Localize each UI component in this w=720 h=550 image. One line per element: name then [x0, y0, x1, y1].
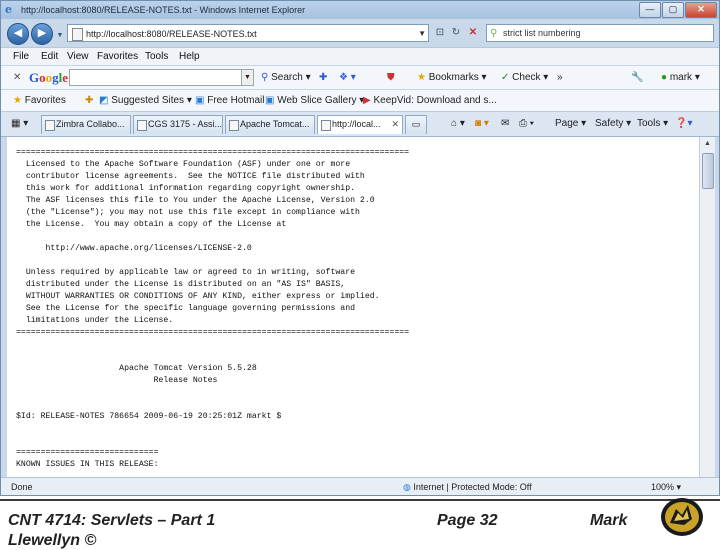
- vertical-scrollbar[interactable]: ▲: [699, 137, 715, 477]
- menu-favorites[interactable]: Favorites: [97, 51, 138, 62]
- tab-page-icon: [137, 120, 147, 131]
- tab-page-icon: [45, 120, 55, 131]
- address-dropdown-icon[interactable]: ▼: [418, 25, 426, 41]
- status-bar: Done ◍ Internet | Protected Mode: Off 10…: [1, 477, 719, 495]
- search-value: strict list numbering: [503, 28, 581, 38]
- course-title: CNT 4714: Servlets – Part 1: [8, 512, 216, 529]
- account-button[interactable]: ● mark ▾: [661, 72, 700, 83]
- help-icon[interactable]: ❓▾: [675, 118, 692, 129]
- ie-icon: e: [5, 3, 12, 16]
- menu-file[interactable]: File: [13, 51, 29, 62]
- safety-menu[interactable]: Safety ▾: [595, 118, 631, 129]
- tab-bar: ▦ ▾ Zimbra Collabo... CGS 3175 - Assi...…: [1, 111, 719, 137]
- browser-window: e http://localhost:8080/RELEASE-NOTES.tx…: [0, 0, 720, 496]
- stop-icon[interactable]: ✕: [466, 26, 480, 40]
- tab-page-icon: [321, 120, 331, 131]
- maximize-button[interactable]: ▢: [662, 2, 684, 18]
- compatibility-icon[interactable]: ⊡: [433, 26, 447, 40]
- pegasus-logo-icon: [661, 498, 703, 536]
- minimize-button[interactable]: —: [639, 2, 661, 18]
- author-first-name: Mark: [590, 512, 628, 529]
- close-button[interactable]: ✕: [685, 2, 717, 18]
- forward-button[interactable]: ▶: [31, 23, 53, 45]
- address-field[interactable]: http://localhost:8080/RELEASE-NOTES.txt …: [67, 24, 429, 42]
- popup-blocker-icon[interactable]: ⛊: [387, 72, 395, 83]
- read-mail-icon[interactable]: ✉: [501, 118, 509, 129]
- page-menu[interactable]: Page ▾: [555, 118, 586, 129]
- page-number: Page 32: [437, 512, 498, 529]
- document-viewport[interactable]: ========================================…: [7, 137, 699, 477]
- new-tab-button[interactable]: ▭: [405, 115, 427, 134]
- fav-web-slice-gallery[interactable]: ▣ Web Slice Gallery ▾: [265, 95, 364, 106]
- footer-divider: [0, 499, 720, 501]
- menu-tools[interactable]: Tools: [145, 51, 168, 62]
- favorites-bar: ★ Favorites ✚ ◩ Suggested Sites ▾ ▣ Free…: [1, 89, 719, 112]
- google-share-icon[interactable]: ❖ ▾: [339, 72, 356, 83]
- fav-suggested-sites[interactable]: ◩ Suggested Sites ▾: [99, 95, 192, 106]
- google-logo: Google: [29, 70, 69, 85]
- back-button[interactable]: ◀: [7, 23, 29, 45]
- zoom-level[interactable]: 100% ▾: [651, 482, 681, 493]
- recent-pages-dropdown-icon[interactable]: ▼: [53, 29, 67, 43]
- release-notes-text: ========================================…: [16, 148, 410, 469]
- tools-menu[interactable]: Tools ▾: [637, 118, 668, 129]
- check-button[interactable]: ✓ Check ▾: [501, 72, 548, 83]
- title-bar: e http://localhost:8080/RELEASE-NOTES.tx…: [1, 1, 719, 19]
- security-zone[interactable]: ◍ Internet | Protected Mode: Off: [403, 482, 532, 493]
- favorites-button[interactable]: ★ Favorites: [13, 95, 66, 106]
- tab-cgs3175[interactable]: CGS 3175 - Assi...: [133, 115, 223, 134]
- page-icon: [72, 28, 83, 41]
- menu-help[interactable]: Help: [179, 51, 200, 62]
- tab-release-notes[interactable]: http://local... ✕: [317, 115, 403, 134]
- fav-keepvid[interactable]: ▶ KeepVid: Download and s...: [363, 95, 497, 106]
- search-input[interactable]: ⚲ strict list numbering: [486, 24, 714, 42]
- feeds-icon[interactable]: ◙ ▾: [475, 118, 489, 129]
- menu-edit[interactable]: Edit: [41, 51, 58, 62]
- tab-page-icon: [229, 120, 239, 131]
- google-search-dropdown-icon[interactable]: ▼: [241, 70, 253, 85]
- google-toolbar: ✕ Google ▼ ⚲ Search ▾ ✚ ❖ ▾ ⛊ ★ Bookmark…: [1, 65, 719, 90]
- quick-tabs-icon[interactable]: ▦ ▾: [11, 118, 28, 129]
- address-row: ◀ ▶ ▼ http://localhost:8080/RELEASE-NOTE…: [1, 21, 719, 47]
- google-tool-icon[interactable]: ✚: [319, 72, 327, 83]
- author-last-name: Llewellyn ©: [8, 532, 97, 549]
- menu-view[interactable]: View: [67, 51, 89, 62]
- add-favorite-icon[interactable]: ✚: [85, 95, 93, 106]
- tab-apache-tomcat[interactable]: Apache Tomcat...: [225, 115, 315, 134]
- google-search-button[interactable]: ⚲ Search ▾: [261, 72, 311, 83]
- close-toolbar-icon[interactable]: ✕: [13, 72, 21, 83]
- bookmarks-button[interactable]: ★ Bookmarks ▾: [417, 72, 487, 83]
- home-icon[interactable]: ⌂ ▾: [451, 118, 465, 129]
- refresh-icon[interactable]: ↻: [449, 26, 463, 40]
- search-provider-icon: ⚲: [490, 28, 498, 39]
- print-icon[interactable]: ⎙ ▾: [519, 118, 534, 129]
- google-search-input[interactable]: ▼: [69, 69, 254, 86]
- scroll-thumb[interactable]: [702, 153, 714, 189]
- menu-bar: File Edit View Favorites Tools Help: [1, 47, 719, 66]
- status-text: Done: [11, 482, 33, 492]
- wrench-icon[interactable]: 🔧: [631, 72, 643, 83]
- address-url: http://localhost:8080/RELEASE-NOTES.txt: [86, 29, 257, 39]
- more-chevron[interactable]: »: [557, 72, 563, 83]
- scroll-up-icon[interactable]: ▲: [700, 137, 715, 151]
- window-title: http://localhost:8080/RELEASE-NOTES.txt …: [21, 5, 306, 15]
- tab-zimbra[interactable]: Zimbra Collabo...: [41, 115, 131, 134]
- close-tab-icon[interactable]: ✕: [391, 116, 399, 133]
- fav-free-hotmail[interactable]: ▣ Free Hotmail: [195, 95, 264, 106]
